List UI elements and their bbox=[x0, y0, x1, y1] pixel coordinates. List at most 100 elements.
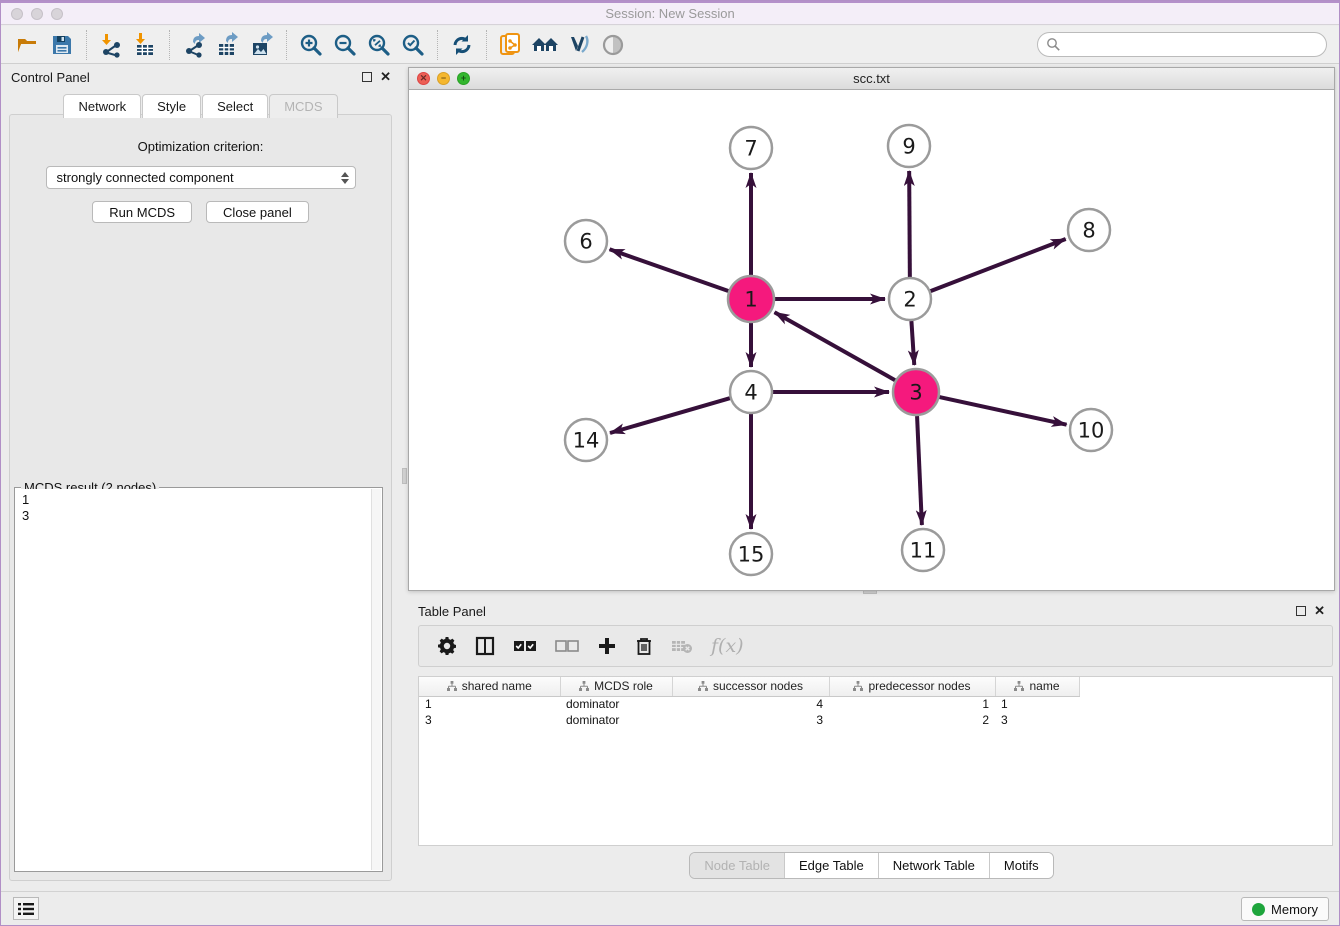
refresh-icon[interactable] bbox=[445, 30, 479, 60]
edge-3-1[interactable] bbox=[775, 312, 896, 380]
toolbar-separator bbox=[86, 30, 87, 60]
titlebar: Session: New Session bbox=[1, 1, 1339, 25]
tab-style[interactable]: Style bbox=[142, 94, 201, 118]
search-input[interactable] bbox=[1066, 38, 1326, 52]
optimization-criterion-select[interactable]: strongly connected component bbox=[46, 166, 356, 189]
column-panel-icon[interactable] bbox=[475, 636, 495, 656]
search-box[interactable] bbox=[1037, 32, 1327, 57]
edge-2-9[interactable] bbox=[909, 171, 910, 277]
zoom-out-icon[interactable] bbox=[328, 30, 362, 60]
mcds-result-text[interactable]: 1 3 bbox=[16, 489, 371, 870]
tab-edge-table[interactable]: Edge Table bbox=[785, 853, 879, 878]
table-cell[interactable]: 1 bbox=[829, 696, 995, 712]
graph-node-label-7: 7 bbox=[744, 136, 757, 160]
panel-divider-vertical[interactable] bbox=[401, 64, 408, 893]
column-header-successor-nodes[interactable]: successor nodes bbox=[672, 677, 829, 696]
zoom-fit-icon[interactable] bbox=[362, 30, 396, 60]
graph-node-label-8: 8 bbox=[1082, 218, 1095, 242]
show-hide-icon[interactable] bbox=[596, 30, 630, 60]
table-row[interactable]: 3dominator323 bbox=[419, 712, 1079, 728]
result-scrollbar[interactable] bbox=[371, 489, 381, 870]
new-network-icon[interactable] bbox=[494, 30, 528, 60]
edge-3-10[interactable] bbox=[939, 397, 1066, 425]
mcds-result-box: MCDS result (2 nodes) 1 3 bbox=[14, 487, 383, 872]
vizmapper-icon[interactable] bbox=[562, 30, 596, 60]
tab-select[interactable]: Select bbox=[202, 94, 268, 118]
network-graph[interactable]: 1234678910111415 bbox=[409, 90, 1334, 590]
column-type-icon bbox=[579, 681, 589, 691]
edge-4-14[interactable] bbox=[610, 398, 730, 433]
table-settings-gear-icon[interactable] bbox=[437, 636, 457, 656]
import-network-icon[interactable] bbox=[94, 30, 128, 60]
export-table-icon[interactable] bbox=[211, 30, 245, 60]
table-cell[interactable]: 2 bbox=[829, 712, 995, 728]
table-cell[interactable]: 3 bbox=[419, 712, 560, 728]
task-history-button[interactable] bbox=[13, 897, 39, 920]
edge-1-6[interactable] bbox=[610, 249, 729, 291]
delete-table-icon-disabled bbox=[671, 638, 693, 654]
network-window-title: scc.txt bbox=[409, 71, 1334, 86]
table-panel: Table Panel ✕ bbox=[408, 598, 1335, 891]
memory-button[interactable]: Memory bbox=[1241, 897, 1329, 921]
column-header-shared-name[interactable]: shared name bbox=[419, 677, 560, 696]
control-panel: Control Panel ✕ NetworkStyleSelectMCDS O… bbox=[1, 64, 401, 893]
network-window-titlebar[interactable]: ✕ − + scc.txt bbox=[409, 68, 1334, 90]
column-header-name[interactable]: name bbox=[995, 677, 1079, 696]
window-title: Session: New Session bbox=[1, 6, 1339, 21]
graph-node-label-4: 4 bbox=[744, 380, 757, 404]
table-header-row[interactable]: shared nameMCDS rolesuccessor nodesprede… bbox=[419, 677, 1079, 696]
tab-mcds[interactable]: MCDS bbox=[269, 94, 337, 118]
table-panel-title: Table Panel bbox=[418, 604, 486, 619]
save-session-icon[interactable] bbox=[45, 30, 79, 60]
export-image-icon[interactable] bbox=[245, 30, 279, 60]
float-panel-icon[interactable] bbox=[362, 72, 372, 82]
divider-handle[interactable] bbox=[402, 468, 407, 484]
table-cell[interactable]: 3 bbox=[995, 712, 1079, 728]
table-cell[interactable]: 1 bbox=[995, 696, 1079, 712]
column-type-icon bbox=[1014, 681, 1024, 691]
export-network-icon[interactable] bbox=[177, 30, 211, 60]
add-column-icon[interactable] bbox=[597, 636, 617, 656]
zoom-in-icon[interactable] bbox=[294, 30, 328, 60]
tab-network-table[interactable]: Network Table bbox=[879, 853, 990, 878]
table-body: 1dominator4113dominator323 bbox=[419, 696, 1079, 728]
toolbar-separator bbox=[486, 30, 487, 60]
table-cell[interactable]: dominator bbox=[560, 696, 672, 712]
edge-2-3[interactable] bbox=[911, 321, 914, 365]
zoom-selected-icon[interactable] bbox=[396, 30, 430, 60]
open-file-icon[interactable] bbox=[11, 30, 45, 60]
tab-motifs[interactable]: Motifs bbox=[990, 853, 1053, 878]
graph-node-label-9: 9 bbox=[902, 134, 915, 158]
deselect-all-icon[interactable] bbox=[555, 639, 579, 653]
float-table-panel-icon[interactable] bbox=[1296, 606, 1306, 616]
edge-3-11[interactable] bbox=[917, 416, 922, 525]
status-bar: Memory bbox=[1, 891, 1339, 925]
home-icon[interactable] bbox=[528, 30, 562, 60]
table-tabs: Node TableEdge TableNetwork TableMotifs bbox=[408, 852, 1335, 879]
table-cell[interactable]: 3 bbox=[672, 712, 829, 728]
table-cell[interactable]: dominator bbox=[560, 712, 672, 728]
column-type-icon bbox=[447, 681, 457, 691]
select-stepper-icon bbox=[341, 172, 349, 184]
close-table-panel-icon[interactable]: ✕ bbox=[1314, 606, 1325, 616]
table-toolbar: f(x) bbox=[418, 625, 1333, 667]
import-table-icon[interactable] bbox=[128, 30, 162, 60]
tab-node-table[interactable]: Node Table bbox=[690, 853, 785, 878]
delete-column-icon[interactable] bbox=[635, 636, 653, 656]
run-mcds-button[interactable]: Run MCDS bbox=[92, 201, 192, 223]
table-row[interactable]: 1dominator411 bbox=[419, 696, 1079, 712]
close-panel-icon[interactable]: ✕ bbox=[380, 72, 391, 82]
edge-2-8[interactable] bbox=[931, 239, 1066, 291]
column-header-MCDS-role[interactable]: MCDS role bbox=[560, 677, 672, 696]
table-cell[interactable]: 1 bbox=[419, 696, 560, 712]
table-cell[interactable]: 4 bbox=[672, 696, 829, 712]
node-table[interactable]: shared nameMCDS rolesuccessor nodesprede… bbox=[418, 676, 1333, 846]
tab-network[interactable]: Network bbox=[63, 94, 141, 118]
toolbar-separator bbox=[169, 30, 170, 60]
graph-node-label-1: 1 bbox=[744, 287, 757, 311]
column-header-predecessor-nodes[interactable]: predecessor nodes bbox=[829, 677, 995, 696]
select-all-icon[interactable] bbox=[513, 639, 537, 653]
column-type-icon bbox=[853, 681, 863, 691]
close-panel-button[interactable]: Close panel bbox=[206, 201, 309, 223]
network-window: ✕ − + scc.txt 1234678910111415 bbox=[408, 67, 1335, 591]
